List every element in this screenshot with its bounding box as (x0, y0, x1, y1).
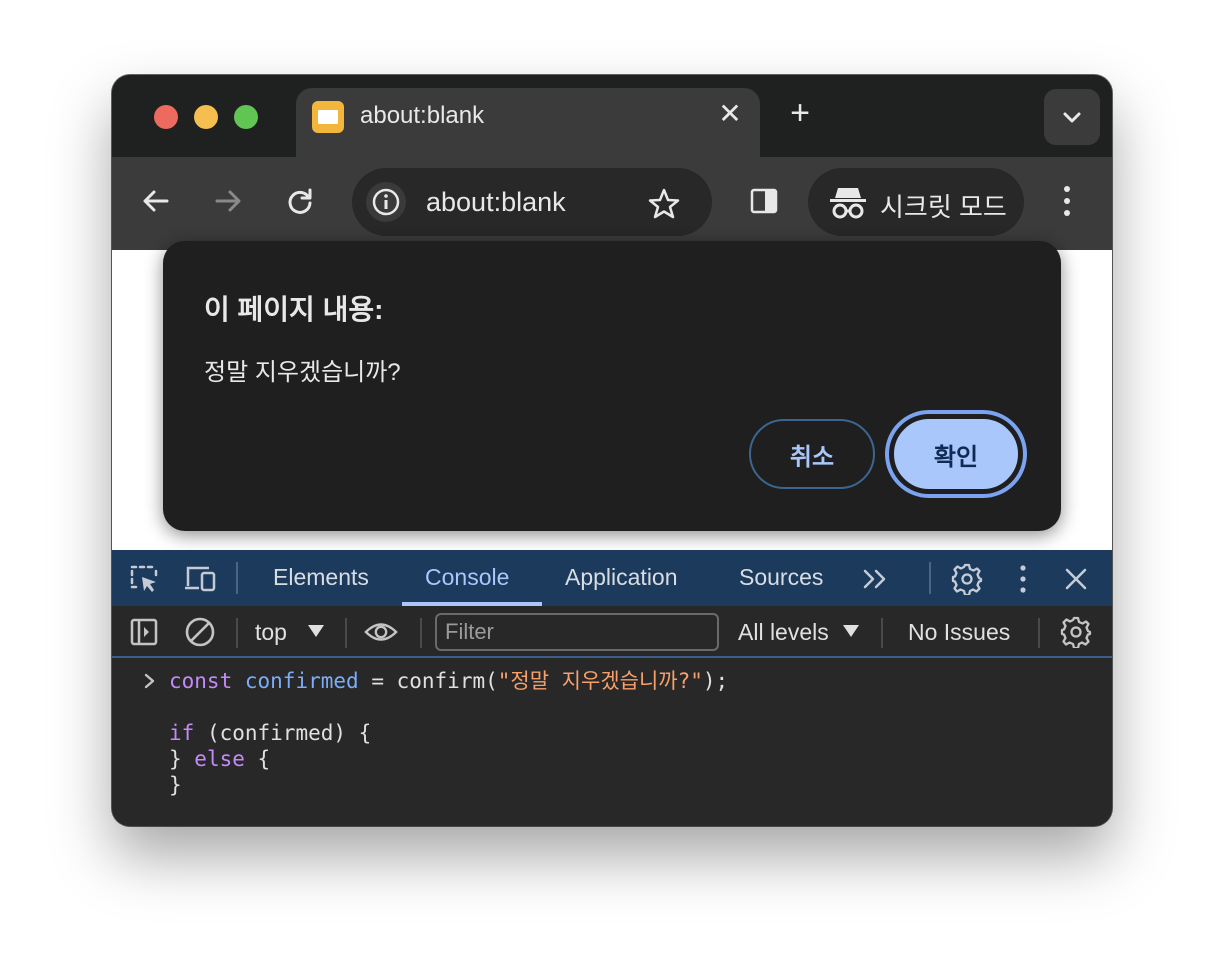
chevron-down-icon (1063, 112, 1081, 123)
code-string: "정말 지우겠습니까?" (497, 669, 703, 693)
code-text: ); (702, 669, 729, 693)
browser-window: about:blank ✕ + about:blank 시크릿 모드 이 페이지… (112, 75, 1112, 826)
code-variable: confirmed (244, 669, 359, 693)
zoom-window-button[interactable] (234, 105, 258, 129)
tab-about-blank[interactable]: about:blank ✕ (296, 88, 760, 157)
context-caret-icon (308, 625, 324, 637)
tab-application[interactable]: Application (565, 564, 678, 591)
tab-close-icon[interactable]: ✕ (714, 98, 746, 130)
close-icon (1065, 568, 1087, 590)
more-vertical-icon (1064, 186, 1070, 216)
tab-search-button[interactable] (1044, 89, 1100, 145)
code-keyword: if (169, 721, 195, 745)
address-text: about:blank (426, 187, 566, 217)
devtools-settings-button[interactable] (950, 562, 984, 596)
issues-button[interactable]: No Issues (908, 619, 1010, 646)
incognito-icon (830, 188, 866, 219)
code-text: = confirm( (358, 669, 498, 693)
eye-icon (364, 623, 398, 641)
side-panel-button[interactable] (744, 181, 784, 221)
clear-console-button[interactable] (183, 615, 217, 649)
address-bar[interactable]: about:blank (352, 168, 712, 236)
code-line: } (169, 772, 182, 798)
filterbar-divider (420, 618, 422, 648)
tab-title: about:blank (360, 102, 485, 129)
side-panel-icon (750, 188, 778, 214)
devtools-tabbar: Elements Console Application Sources (112, 550, 1112, 606)
more-tabs-icon (863, 569, 886, 589)
devtools-panel: Elements Console Application Sources top… (112, 550, 1112, 826)
code-line: const confirmed = confirm("정말 지우겠습니까?"); (169, 668, 728, 694)
code-keyword: const (169, 669, 233, 693)
console-filterbar: top All levels No Issues (112, 606, 1112, 658)
toolbar-divider (929, 562, 931, 594)
devtools-more-button[interactable] (1006, 562, 1040, 596)
inspect-element-button[interactable] (127, 562, 161, 596)
sidebar-toggle-icon (130, 618, 158, 646)
cancel-button[interactable]: 취소 (749, 419, 875, 489)
code-line: } else { (169, 746, 270, 772)
toolbar-divider (236, 562, 238, 594)
close-window-button[interactable] (154, 105, 178, 129)
tab-sources[interactable]: Sources (739, 564, 823, 591)
browser-menu-button[interactable] (1052, 181, 1082, 221)
device-toggle-icon (185, 566, 216, 592)
bookmark-button[interactable] (644, 184, 684, 224)
confirm-dialog: 이 페이지 내용: 정말 지우겠습니까? 취소 확인 (163, 241, 1061, 531)
info-icon (372, 188, 400, 216)
browser-toolbar: about:blank 시크릿 모드 (112, 157, 1112, 250)
devtools-close-button[interactable] (1059, 562, 1093, 596)
console-filter-input[interactable] (435, 613, 719, 651)
code-line: if (confirmed) { (169, 720, 371, 746)
console-settings-button[interactable] (1059, 615, 1093, 649)
sidebar-toggle-button[interactable] (127, 615, 161, 649)
filterbar-divider (1038, 618, 1040, 648)
context-selector[interactable]: top (255, 619, 287, 646)
favicon-icon (312, 101, 344, 133)
title-bar: about:blank ✕ + (112, 75, 1112, 157)
inspect-element-icon (130, 565, 158, 592)
tab-console[interactable]: Console (425, 564, 509, 591)
back-button[interactable] (136, 181, 176, 221)
levels-caret-icon (843, 625, 859, 637)
minimize-window-button[interactable] (194, 105, 218, 129)
clear-console-icon (185, 617, 215, 647)
code-keyword: else (194, 747, 245, 771)
live-expression-button[interactable] (364, 615, 398, 649)
dialog-title: 이 페이지 내용: (204, 294, 384, 325)
back-arrow-icon (143, 190, 169, 212)
tab-elements[interactable]: Elements (273, 564, 369, 591)
filterbar-divider (881, 618, 883, 648)
incognito-label: 시크릿 모드 (880, 192, 1007, 222)
gear-icon (1060, 616, 1092, 648)
code-text: (confirmed) { (194, 721, 372, 745)
console-output[interactable]: const confirmed = confirm("정말 지우겠습니까?");… (112, 660, 1112, 826)
filterbar-divider (236, 618, 238, 648)
dialog-message: 정말 지우겠습니까? (204, 359, 401, 386)
code-text: } (169, 747, 195, 771)
star-icon (648, 188, 680, 219)
gear-icon (951, 563, 983, 595)
chevron-right-icon (144, 673, 155, 689)
new-tab-button[interactable]: + (784, 96, 816, 130)
forward-arrow-icon (215, 190, 241, 212)
code-text: { (244, 747, 271, 771)
more-tabs-button[interactable] (858, 562, 892, 596)
ok-button[interactable]: 확인 (892, 417, 1020, 491)
reload-icon (288, 188, 312, 214)
device-toggle-button[interactable] (183, 562, 217, 596)
code-text: } (169, 773, 182, 797)
incognito-indicator[interactable]: 시크릿 모드 (808, 168, 1024, 236)
forward-button[interactable] (208, 181, 248, 221)
reload-button[interactable] (280, 181, 320, 221)
site-info-button[interactable] (366, 182, 406, 222)
more-vertical-icon (1020, 565, 1026, 593)
log-levels-dropdown[interactable]: All levels (738, 619, 829, 646)
filterbar-divider (345, 618, 347, 648)
